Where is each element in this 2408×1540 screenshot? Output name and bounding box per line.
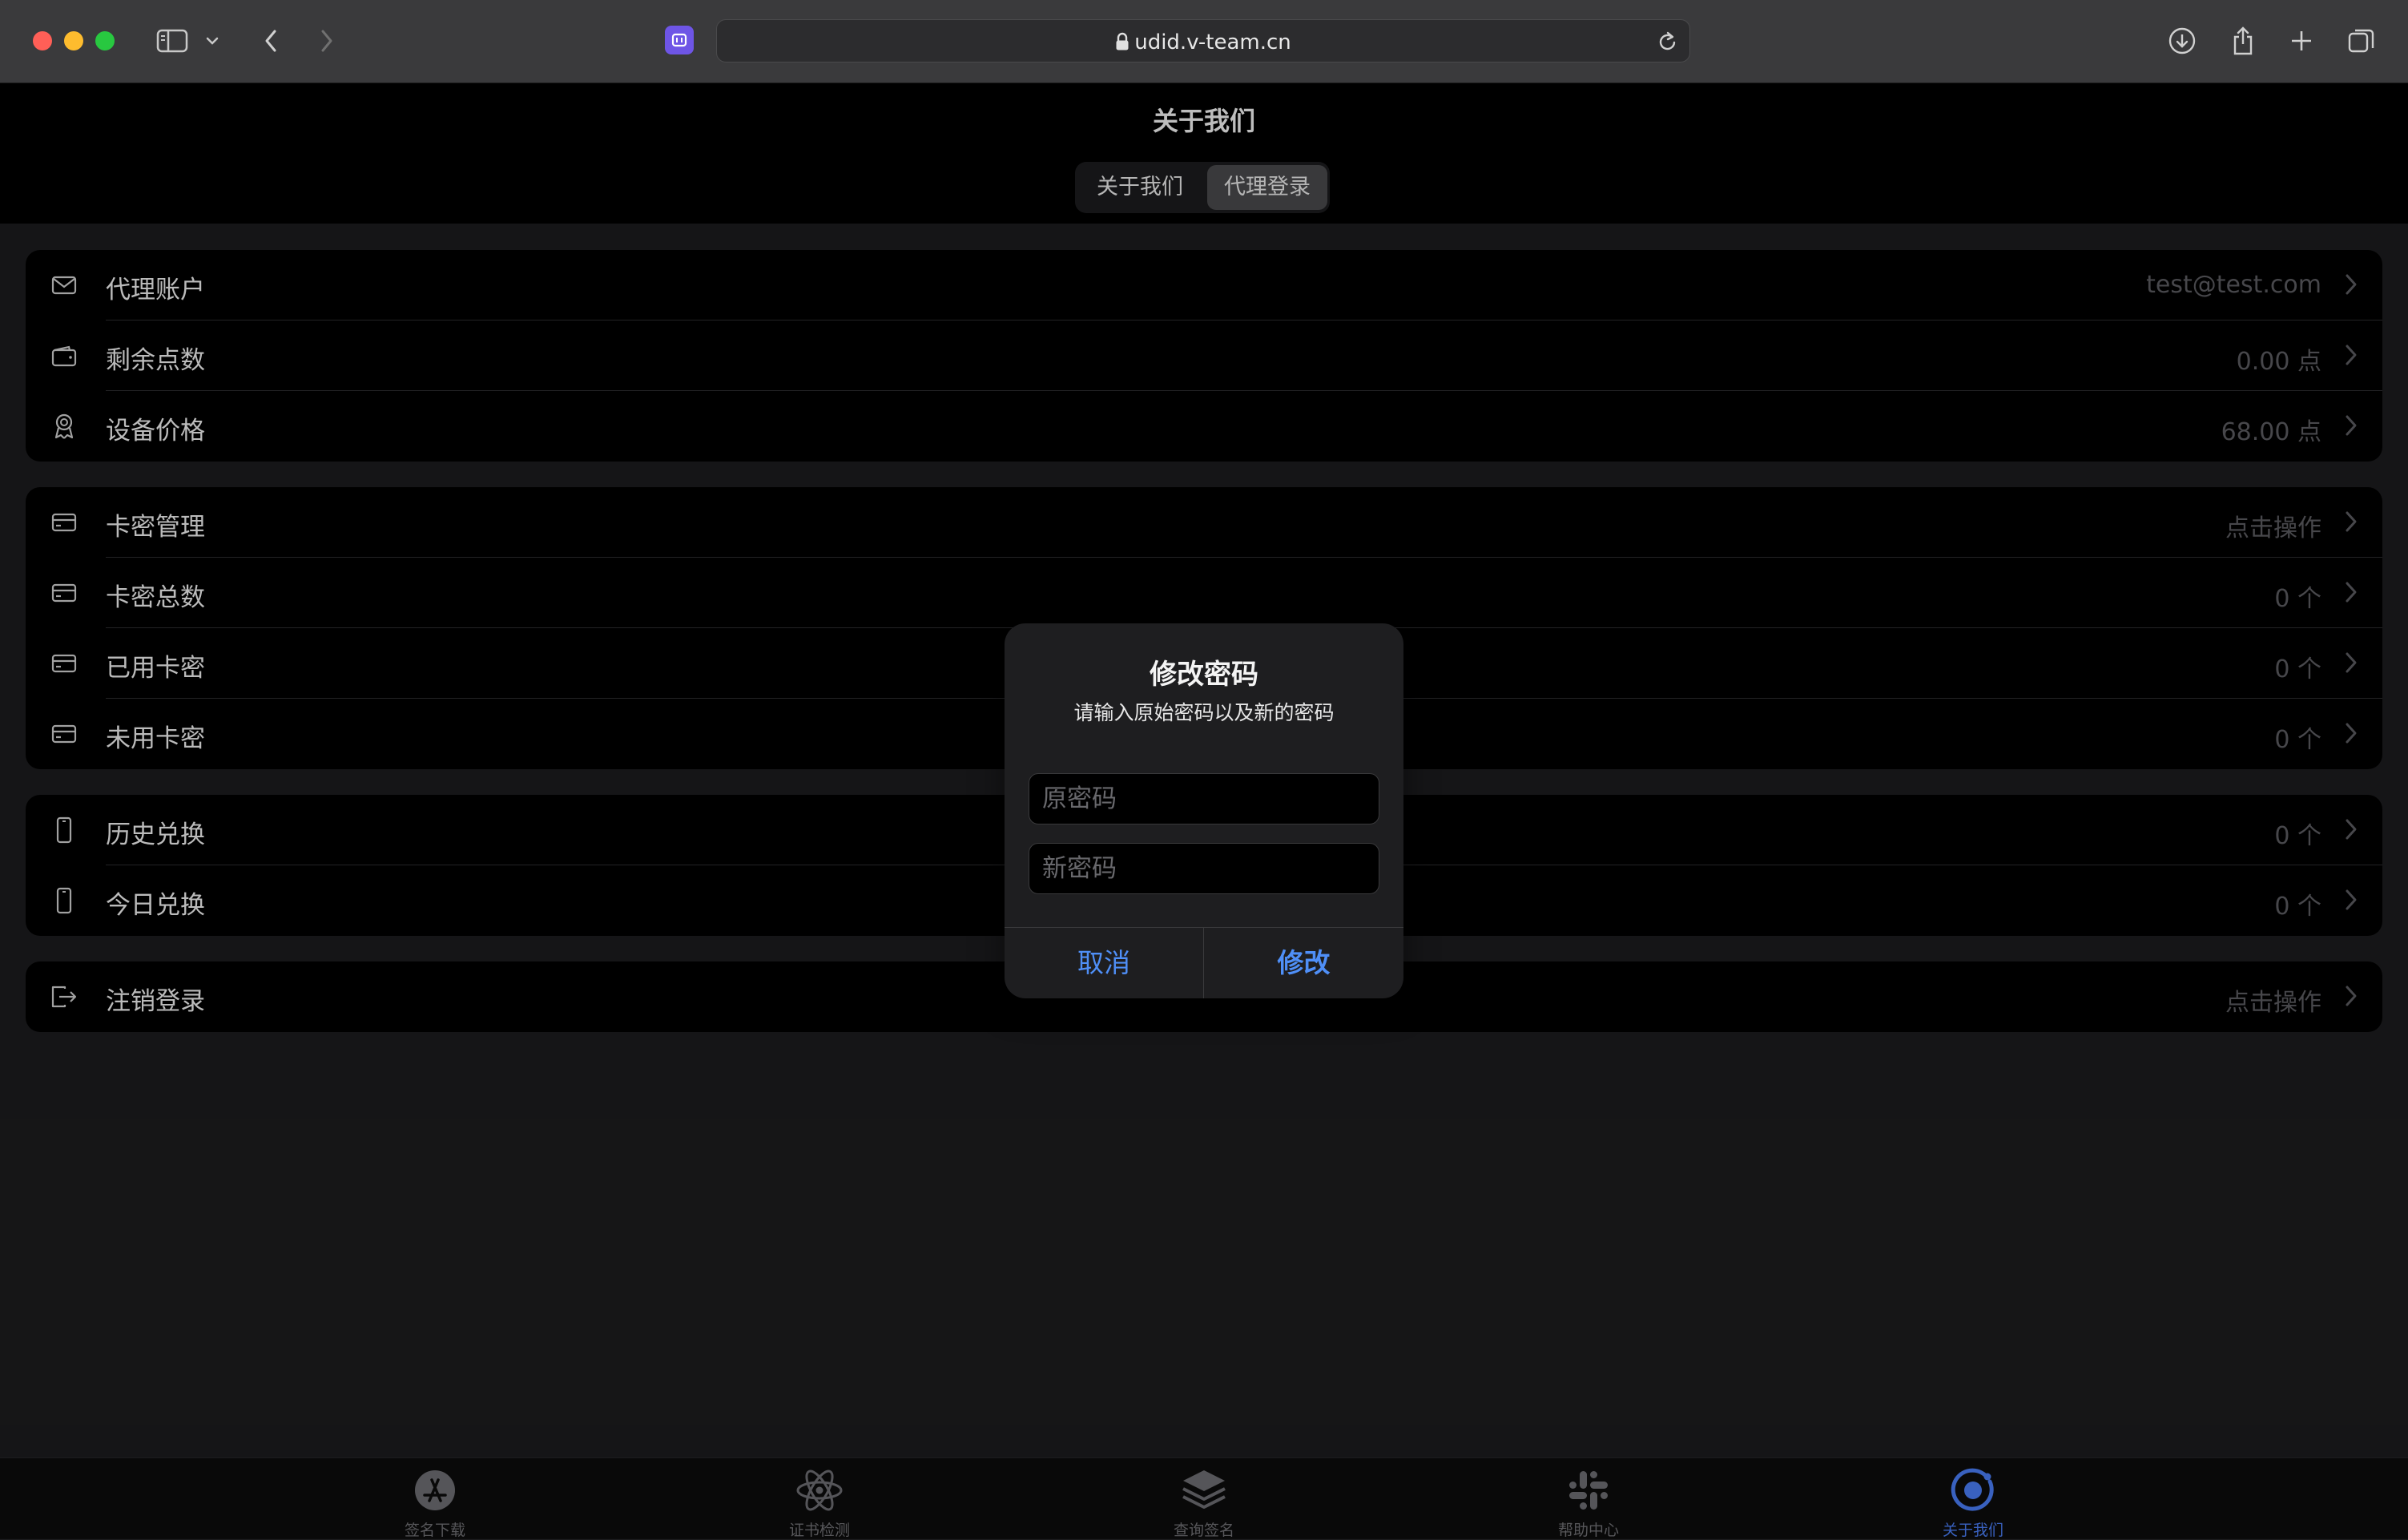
reload-icon[interactable] [1657,30,1678,53]
old-password-field[interactable] [1029,773,1379,824]
close-window-button[interactable] [33,31,52,50]
new-tab-icon[interactable] [2285,25,2317,57]
sidebar-toggle-icon[interactable] [156,25,188,57]
url-display: udid.v-team.cn [717,30,1689,54]
zoom-window-button[interactable] [95,31,115,50]
url-text: udid.v-team.cn [1134,30,1291,54]
downloads-icon[interactable] [2166,25,2198,57]
browser-toolbar: udid.v-team.cn [0,0,2408,83]
minimize-window-button[interactable] [64,31,83,50]
forward-icon[interactable] [311,25,343,57]
dialog-title: 修改密码 [1150,659,1258,691]
cancel-button[interactable]: 取消 [1005,928,1204,998]
address-bar[interactable]: udid.v-team.cn [716,19,1690,62]
confirm-button[interactable]: 修改 [1204,928,1403,998]
chevron-down-icon[interactable] [200,25,224,57]
extension-icon[interactable] [665,26,694,54]
dialog-message: 请输入原始密码以及新的密码 [1073,701,1335,724]
change-password-dialog: 修改密码 请输入原始密码以及新的密码 取消 修改 [1005,623,1403,998]
new-password-field[interactable] [1029,843,1379,894]
back-icon[interactable] [255,25,287,57]
share-icon[interactable] [2227,25,2259,57]
tab-overview-icon[interactable] [2346,25,2378,57]
lock-icon [1115,32,1130,51]
dialog-buttons: 取消 修改 [1005,927,1403,998]
